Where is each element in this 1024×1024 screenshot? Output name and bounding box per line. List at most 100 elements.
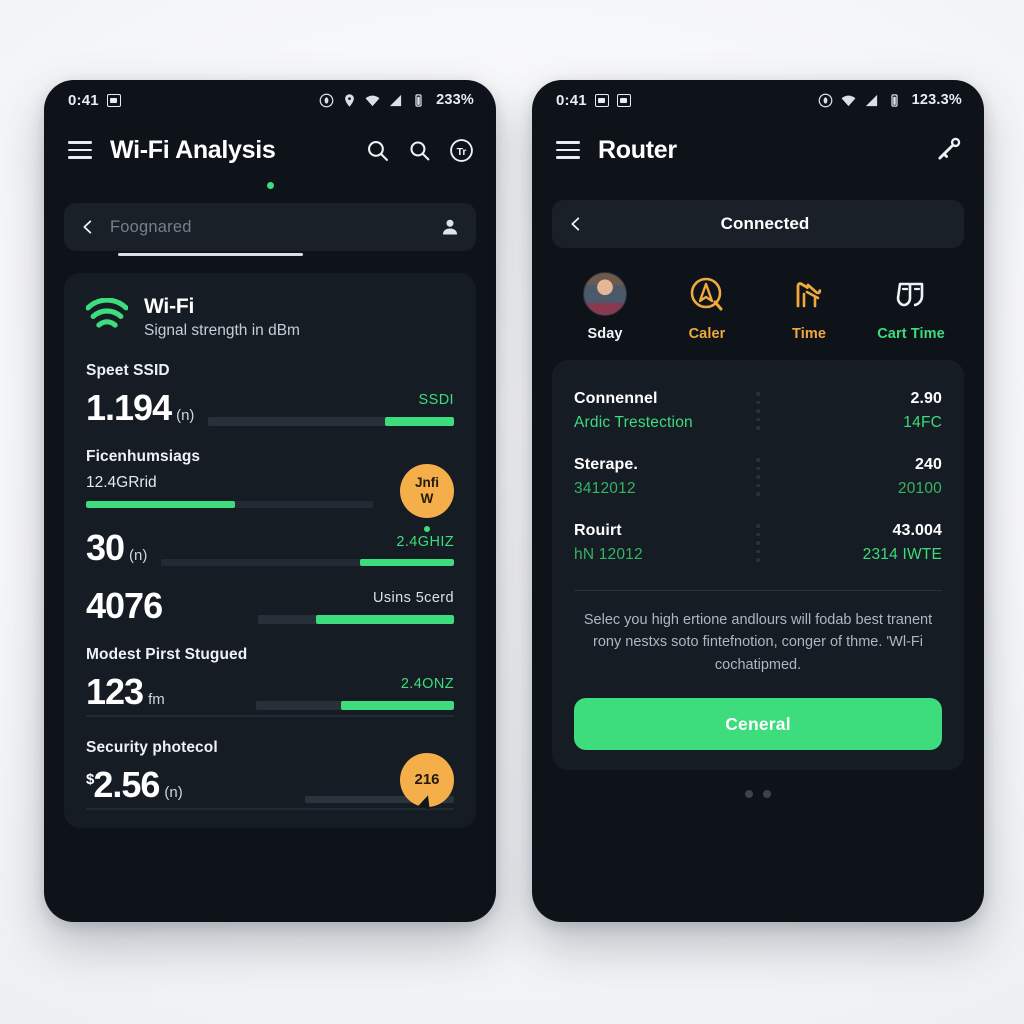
row-subtitle: hN 12012 xyxy=(574,546,643,563)
info-badge[interactable]: Jnfi W xyxy=(400,464,454,518)
metric-label: Ficenhumsiags xyxy=(86,448,201,465)
page-title: Router xyxy=(598,135,677,164)
person-icon[interactable] xyxy=(440,216,460,238)
connection-status-pill[interactable]: Connected xyxy=(552,200,964,248)
status-time: 0:41 xyxy=(556,91,587,109)
battery-icon xyxy=(411,93,426,108)
row-title: Rouirt xyxy=(574,522,622,539)
search-icon[interactable] xyxy=(365,138,390,163)
quick-action-label: Cart Time xyxy=(877,326,945,342)
metric-gauge: 2.4GHIZ xyxy=(161,534,454,566)
metric-unit: (n) xyxy=(176,407,195,424)
row-left: Sterape. 3412012 xyxy=(574,456,638,498)
chevron-left-icon[interactable] xyxy=(80,216,96,238)
metric-label: Speet SSID xyxy=(86,362,170,379)
metric-row: 30 (n) 2.4GHIZ xyxy=(86,530,454,566)
metric-caption: Usins 5cerd xyxy=(373,590,454,606)
app-bar-actions xyxy=(934,136,962,164)
wifi-analysis-card: Wi-Fi Signal strength in dBm Speet SSID … xyxy=(64,273,476,828)
row-value: 43.004 xyxy=(892,522,942,539)
metric-rule xyxy=(86,715,454,717)
metric-gauge: SSDI xyxy=(208,392,454,426)
metric-unit: fm xyxy=(148,691,165,708)
row-separator-dots xyxy=(756,524,760,562)
metric-value: 123 fm xyxy=(86,671,165,712)
metric-caption: 2.4ONZ xyxy=(400,676,454,692)
metric-label: Security photecol xyxy=(86,739,218,756)
status-bar-left-group: 0:41 xyxy=(68,92,121,109)
quick-action-sday[interactable]: Sday xyxy=(566,272,644,342)
description-text: Selec you high ertione andlours will fod… xyxy=(583,612,933,673)
row-subtitle: 3412012 xyxy=(574,480,636,497)
row-title: Sterape. xyxy=(574,456,638,473)
row-value: 2.90 xyxy=(910,390,942,407)
app-bar-actions: Tr xyxy=(365,138,474,163)
status-bar-left: 0:41 233% xyxy=(44,80,496,120)
metric-value: 4076 xyxy=(86,585,163,626)
status-indicator-dot xyxy=(266,182,274,189)
row-separator-dots xyxy=(756,458,760,496)
chevron-left-icon[interactable] xyxy=(568,213,584,235)
avatar xyxy=(583,272,627,316)
app-bar-left: Wi-Fi Analysis Tr xyxy=(44,120,496,180)
eye-icon xyxy=(818,93,833,108)
message-icon xyxy=(106,93,121,107)
page-dot[interactable] xyxy=(745,790,753,799)
row-value-sub: 14FC xyxy=(903,414,942,431)
metric-row: Speet SSID 1.194 (n) SSDI xyxy=(86,362,454,426)
table-row[interactable]: Rouirt hN 12012 43.004 2314 IWTE xyxy=(574,512,942,578)
row-value-sub: 20100 xyxy=(897,480,942,497)
metric-gauge: 2.4ONZ xyxy=(179,676,454,710)
wifi-icon xyxy=(365,93,380,108)
search-icon[interactable] xyxy=(407,138,432,163)
quick-action-label: Caler xyxy=(688,326,726,342)
metric-row: Security photecol $2.56 (n) 216 xyxy=(86,739,454,810)
page-dot[interactable] xyxy=(763,790,771,799)
status-badge: Connected xyxy=(720,214,810,233)
search-bar[interactable]: Foognared xyxy=(64,203,476,256)
progress-bar xyxy=(257,615,454,624)
row-subtitle: Ardic Trestection xyxy=(574,414,693,431)
status-bar-left-group: 0:41 xyxy=(556,92,631,109)
hamburger-menu-icon[interactable] xyxy=(68,136,92,163)
quick-action-label: Time xyxy=(792,326,826,342)
battery-icon xyxy=(887,93,902,108)
shield-icon xyxy=(889,272,933,316)
progress-bar xyxy=(208,417,454,426)
table-row[interactable]: Sterape. 3412012 240 20100 xyxy=(574,446,942,512)
wifi-signal-icon xyxy=(86,298,128,332)
card-header: Wi-Fi Signal strength in dBm xyxy=(86,295,454,340)
metric-row: Ficenhumsiags 12.4GRrid Jnfi W xyxy=(86,448,454,532)
quick-action-cart-time[interactable]: Cart Time xyxy=(872,272,950,342)
row-value: 240 xyxy=(915,456,942,473)
table-row[interactable]: Connennel Ardic Trestection 2.90 14FC xyxy=(574,380,942,446)
eye-icon xyxy=(319,93,334,108)
battery-percentage: 123.3% xyxy=(911,92,962,108)
signal-icon xyxy=(864,93,879,108)
progress-bar xyxy=(161,559,454,566)
router-antenna-icon xyxy=(787,272,831,316)
card-title: Wi-Fi xyxy=(144,295,195,318)
card-header-text: Wi-Fi Signal strength in dBm xyxy=(144,295,300,340)
badge-line-1: Jnfi xyxy=(414,475,439,491)
page-indicator[interactable] xyxy=(532,790,984,799)
page-title: Wi-Fi Analysis xyxy=(110,135,276,164)
general-button[interactable]: Ceneral xyxy=(574,698,942,751)
row-right: 43.004 2314 IWTE xyxy=(863,522,942,564)
progress-bar xyxy=(255,701,454,710)
comparison-stage: 0:41 233% Wi-Fi Analysis Tr Foognared Wi… xyxy=(0,0,1024,1024)
search-input[interactable]: Foognared xyxy=(110,218,426,237)
row-title: Connennel xyxy=(574,390,658,407)
metric-unit: (n) xyxy=(129,547,148,564)
card-subtitle: Signal strength in dBm xyxy=(144,322,300,339)
quick-action-caler[interactable]: Caler xyxy=(668,272,746,342)
quick-action-time[interactable]: Time xyxy=(770,272,848,342)
compass-icon xyxy=(685,272,729,316)
circled-info-icon[interactable]: Tr xyxy=(449,138,474,163)
status-bar-right-group: 233% xyxy=(319,92,474,108)
divider xyxy=(574,590,942,591)
hamburger-menu-icon[interactable] xyxy=(556,136,580,163)
phone-right-router: 0:41 123.3% Router Connected Sday Caler … xyxy=(532,80,984,922)
key-icon[interactable] xyxy=(934,136,962,164)
metric-subvalue: 12.4GRrid xyxy=(86,474,157,491)
